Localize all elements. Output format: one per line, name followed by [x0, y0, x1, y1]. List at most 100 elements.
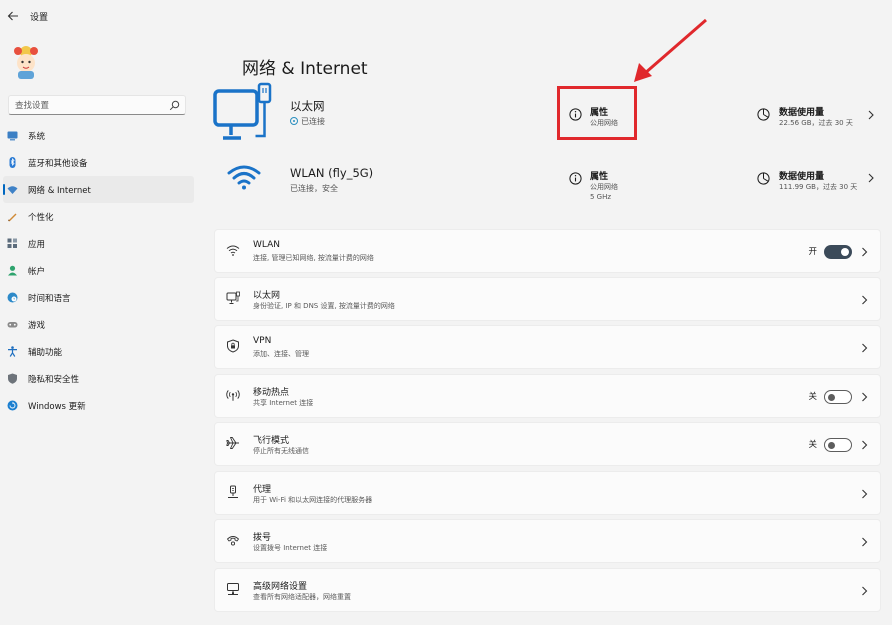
- row-title: WLAN: [253, 240, 281, 250]
- sidebar-item-system[interactable]: 系统: [3, 122, 194, 149]
- ethernet-icon: [226, 291, 240, 304]
- chevron-right-icon[interactable]: [861, 392, 868, 402]
- sidebar-item-label: 应用: [28, 240, 46, 250]
- sidebar-item-label: 网络 & Internet: [28, 186, 91, 196]
- sidebar-item-gaming[interactable]: 游戏: [3, 311, 194, 338]
- chevron-right-icon[interactable]: [867, 173, 875, 183]
- pie-chart-icon: [757, 108, 770, 121]
- sidebar-item-label: 蓝牙和其他设备: [28, 159, 88, 169]
- user-avatar: [14, 46, 38, 79]
- monitor-icon: [7, 131, 18, 141]
- wifi-icon: [226, 245, 240, 256]
- sidebar-item-windows-update[interactable]: Windows 更新: [3, 392, 194, 419]
- row-description: 查看所有网络适配器，网络重置: [253, 593, 351, 601]
- settings-search[interactable]: [8, 95, 186, 115]
- highlight-annotation-box: [557, 86, 637, 140]
- sidebar-item-privacy[interactable]: 隐私和安全性: [3, 365, 194, 392]
- chevron-right-icon[interactable]: [861, 440, 868, 450]
- back-arrow-icon[interactable]: [6, 9, 20, 23]
- row-description: 添加、连接、管理: [253, 350, 309, 358]
- row-title: 拨号: [253, 533, 272, 543]
- chevron-right-icon[interactable]: [861, 343, 868, 353]
- sidebar-item-apps[interactable]: 应用: [3, 230, 194, 257]
- chevron-right-icon[interactable]: [861, 537, 868, 547]
- hotspot-icon: [226, 390, 240, 401]
- sidebar-item-label: Windows 更新: [28, 402, 86, 412]
- page-title: 网络 & Internet: [242, 59, 368, 79]
- toggle-state-label: 开: [808, 247, 817, 257]
- sidebar-item-label: 个性化: [28, 213, 54, 223]
- row-title: 飞行模式: [253, 436, 290, 446]
- settings-row-wlan[interactable]: WLAN 连接, 管理已知网络, 按流量计费的网络 开: [214, 229, 881, 273]
- mobile-hotspot-toggle[interactable]: [824, 390, 852, 404]
- wlan-toggle[interactable]: [824, 245, 852, 259]
- sidebar-item-bluetooth[interactable]: 蓝牙和其他设备: [3, 149, 194, 176]
- settings-row-vpn[interactable]: VPN 添加、连接、管理: [214, 325, 881, 369]
- sidebar-item-label: 辅助功能: [28, 348, 63, 358]
- row-description: 共享 Internet 连接: [253, 399, 314, 407]
- row-title: 高级网络设置: [253, 582, 308, 592]
- search-input[interactable]: [15, 99, 165, 112]
- sidebar-item-label: 帐户: [28, 267, 46, 277]
- row-description: 身份验证, IP 和 DNS 设置, 按流量计费的网络: [253, 302, 395, 310]
- app-title: 设置: [30, 13, 49, 23]
- ethernet-monitor-icon: [213, 82, 272, 140]
- dialup-icon: [227, 536, 239, 546]
- ethernet-status: 已连接: [290, 116, 325, 127]
- apps-icon: [7, 238, 17, 248]
- sidebar-item-label: 隐私和安全性: [28, 375, 80, 385]
- sidebar-item-label: 游戏: [28, 321, 46, 331]
- row-description: 设置拨号 Internet 连接: [253, 544, 328, 552]
- bluetooth-icon: [9, 157, 16, 168]
- settings-row-proxy[interactable]: 代理 用于 Wi-Fi 和以太网连接的代理服务器: [214, 471, 881, 515]
- row-title: 以太网: [253, 291, 281, 301]
- data-usage-value: 111.99 GB，过去 30 天: [779, 183, 858, 191]
- row-title: 代理: [253, 485, 272, 495]
- sidebar-item-accessibility[interactable]: 辅助功能: [3, 338, 194, 365]
- sidebar-item-label: 时间和语言: [28, 294, 71, 304]
- row-description: 连接, 管理已知网络, 按流量计费的网络: [253, 254, 374, 262]
- globe-clock-icon: [7, 292, 18, 303]
- airplane-mode-toggle[interactable]: [824, 438, 852, 452]
- chevron-right-icon[interactable]: [861, 489, 868, 499]
- sidebar-nav: 系统 蓝牙和其他设备 网络 & Internet 个性化 应用 帐户 时间和语言…: [0, 122, 195, 419]
- gamepad-icon: [7, 322, 18, 328]
- wlan-status: 已连接，安全: [290, 184, 338, 193]
- advanced-network-icon: [227, 583, 239, 595]
- pen-icon: [8, 213, 17, 222]
- network-band: 5 GHz: [590, 193, 612, 201]
- wifi-signal-icon: [227, 165, 261, 190]
- settings-row-dial-up[interactable]: 拨号 设置拨号 Internet 连接: [214, 519, 881, 563]
- sidebar-item-personalization[interactable]: 个性化: [3, 203, 194, 230]
- settings-row-ethernet[interactable]: 以太网 身份验证, IP 和 DNS 设置, 按流量计费的网络: [214, 277, 881, 321]
- proxy-icon: [228, 485, 238, 498]
- data-usage-label: 数据使用量: [779, 108, 825, 118]
- pie-chart-icon: [757, 172, 770, 185]
- data-usage-value: 22.56 GB，过去 30 天: [779, 119, 853, 127]
- ethernet-name: 以太网: [290, 99, 325, 113]
- wifi-icon: [7, 186, 18, 194]
- chevron-right-icon[interactable]: [867, 110, 875, 120]
- settings-row-mobile-hotspot[interactable]: 移动热点 共享 Internet 连接 关: [214, 374, 881, 418]
- chevron-right-icon[interactable]: [861, 295, 868, 305]
- update-icon: [7, 400, 18, 411]
- sidebar-item-accounts[interactable]: 帐户: [3, 257, 194, 284]
- ethernet-status-text: 已连接: [301, 117, 325, 126]
- row-description: 停止所有无线通信: [253, 447, 309, 455]
- settings-row-airplane-mode[interactable]: 飞行模式 停止所有无线通信 关: [214, 422, 881, 466]
- account-icon: [8, 265, 17, 276]
- accessibility-icon: [8, 346, 17, 357]
- chevron-right-icon[interactable]: [861, 247, 868, 257]
- title-bar: 设置: [0, 0, 892, 32]
- sidebar-item-network[interactable]: 网络 & Internet: [3, 176, 194, 203]
- sidebar-item-time-language[interactable]: 时间和语言: [3, 284, 194, 311]
- settings-row-advanced-network[interactable]: 高级网络设置 查看所有网络适配器，网络重置: [214, 568, 881, 612]
- chevron-right-icon[interactable]: [861, 586, 868, 596]
- wlan-connection-card: WLAN (fly_5G) 已连接，安全 属性 公用网络 5 GHz 数据使用量…: [213, 148, 881, 212]
- data-usage-label: 数据使用量: [779, 172, 825, 182]
- toggle-state-label: 关: [808, 392, 817, 402]
- properties-label: 属性: [590, 172, 609, 182]
- toggle-state-label: 关: [808, 440, 817, 450]
- search-icon[interactable]: [169, 100, 180, 111]
- connected-globe-icon: [290, 117, 298, 125]
